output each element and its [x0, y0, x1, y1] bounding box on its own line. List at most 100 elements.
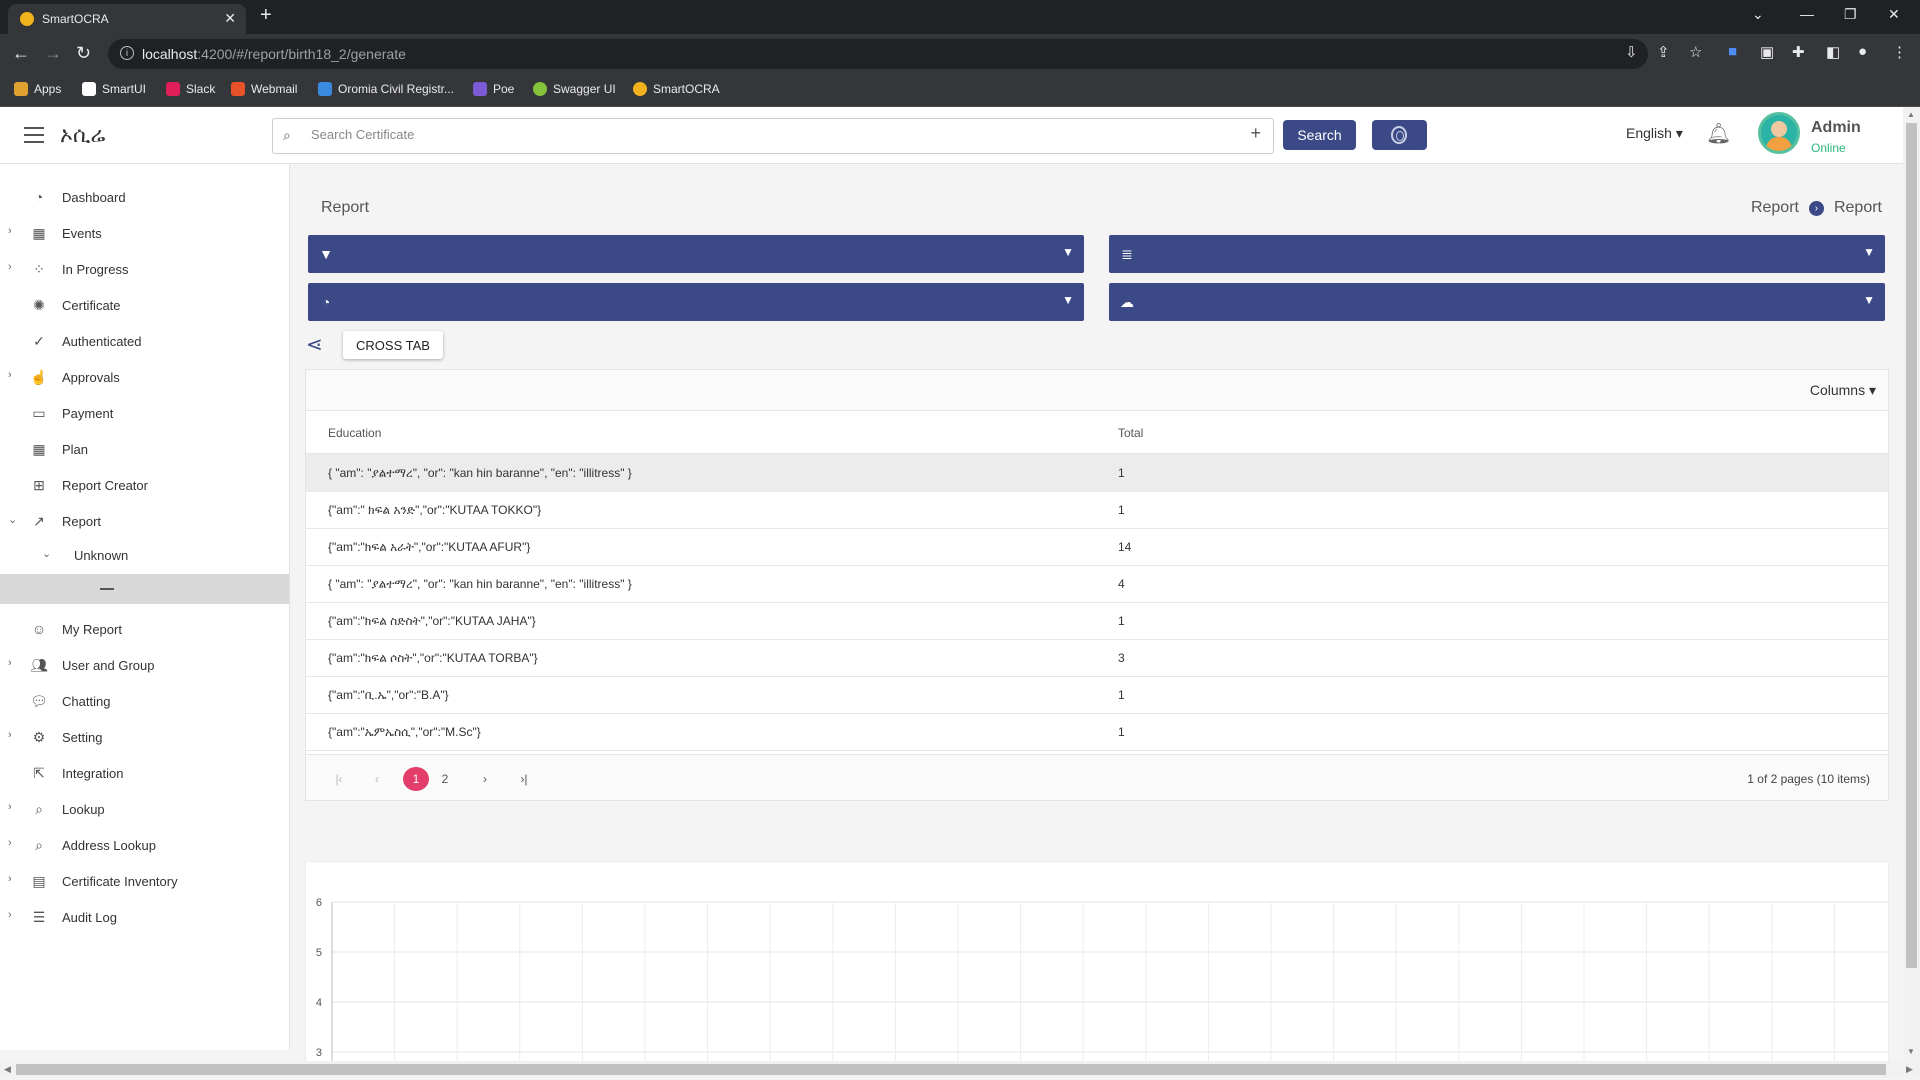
data-source-panel[interactable]: ≣ ▼	[1109, 235, 1885, 273]
bookmark-webmail[interactable]: Webmail	[231, 82, 297, 96]
cross-tab-button[interactable]: CROSS TAB	[343, 331, 443, 359]
certificate-search: ⌕ +	[272, 118, 1274, 154]
sidebar-item-certificate[interactable]: ✺ Certificate	[0, 290, 289, 320]
bookmark-oromia[interactable]: Oromia Civil Registr...	[318, 82, 454, 96]
table-row[interactable]: {"am":"ቢ.ኤ","or":"B.A"} 1	[306, 676, 1888, 714]
table-row[interactable]: {"am":"ክፍል አራት","or":"KUTAA AFUR"} 14	[306, 528, 1888, 566]
share-icon[interactable]: ⋖	[306, 332, 323, 357]
columns-button[interactable]: Columns ▾	[1810, 382, 1876, 399]
fingerprint-button[interactable]	[1372, 120, 1427, 150]
sidebar-item-my-report[interactable]: ☺ My Report	[0, 614, 289, 644]
browser-tab-title: SmartOCRA	[42, 12, 109, 26]
hamburger-menu-icon[interactable]	[24, 127, 44, 143]
language-selector[interactable]: English ▾	[1626, 125, 1683, 142]
gear-icon: ⚙	[32, 729, 46, 745]
bookmark-star-icon[interactable]: ☆	[1689, 43, 1702, 61]
minimize-icon[interactable]: —	[1800, 6, 1814, 22]
sidebar-item-integration[interactable]: ⇱ Integration	[0, 758, 289, 788]
sidebar-item-in-progress[interactable]: › ⁘ In Progress	[0, 254, 289, 284]
search-input[interactable]	[309, 126, 1213, 143]
browser-menu-icon[interactable]: ⋮	[1892, 43, 1907, 61]
scroll-down-icon[interactable]: ▼	[1907, 1047, 1915, 1056]
site-info-icon[interactable]: i	[120, 46, 134, 60]
address-bar[interactable]: i localhost:4200/#/report/birth18_2/gene…	[108, 39, 1648, 69]
next-page-icon[interactable]: ›	[472, 767, 498, 791]
page-number[interactable]: 2	[432, 767, 458, 791]
scroll-right-icon[interactable]: ▶	[1906, 1064, 1913, 1075]
search-button[interactable]: Search	[1283, 120, 1356, 150]
scroll-thumb[interactable]	[16, 1064, 1886, 1075]
table-row[interactable]: {"am":" ክፍል አንድ","or":"KUTAA TOKKO"} 1	[306, 491, 1888, 529]
install-icon[interactable]: ⇩	[1625, 43, 1638, 61]
prev-page-icon[interactable]: ‹	[364, 767, 390, 791]
restore-icon[interactable]: ❐	[1844, 6, 1857, 23]
breadcrumb-item: Report	[1833, 199, 1882, 216]
bookmark-poe[interactable]: Poe	[473, 82, 514, 96]
horizontal-scrollbar[interactable]: ◀ ▶	[0, 1061, 1920, 1078]
puzzle-icon[interactable]: ✚	[1792, 43, 1805, 61]
sidebar-item-chatting[interactable]: 💬︎ Chatting	[0, 686, 289, 716]
tab-search-icon[interactable]: ⌄	[1752, 6, 1764, 23]
bookmark-apps[interactable]: Apps	[14, 82, 61, 96]
filter-panel[interactable]: ▼ ▼	[308, 235, 1084, 273]
sidebar-item-approvals[interactable]: › ☝ Approvals	[0, 362, 289, 392]
side-panel-icon[interactable]: ◧	[1826, 43, 1840, 61]
sidebar-item-setting[interactable]: › ⚙ Setting	[0, 722, 289, 752]
breadcrumb-item[interactable]: Report	[1751, 199, 1799, 217]
app-header: ኦሲሬ ⌕ + Search English ▾ 🔔︎ Admin Online	[0, 107, 1920, 164]
export-panel[interactable]: ☁ ▼	[1109, 283, 1885, 321]
close-tab-icon[interactable]: ✕	[224, 10, 236, 27]
forward-icon[interactable]: →	[44, 43, 62, 64]
sidebar-item-events[interactable]: › ▦ Events	[0, 218, 289, 248]
column-header-total[interactable]: Total	[1118, 426, 1143, 440]
avatar[interactable]	[1758, 112, 1800, 154]
table-row[interactable]: {"am":"ክፍል ሶስት","or":"KUTAA TORBA"} 3	[306, 639, 1888, 677]
smartocra-favicon-icon	[20, 12, 34, 26]
sidebar-item-authenticated[interactable]: ✓ Authenticated	[0, 326, 289, 356]
extension-fi-icon[interactable]: ■	[1728, 43, 1737, 60]
sidebar-item-payment[interactable]: ▭ Payment	[0, 398, 289, 428]
extension-icon[interactable]: ▣	[1760, 43, 1774, 61]
address-url: localhost:4200/#/report/birth18_2/genera…	[142, 46, 406, 62]
scroll-left-icon[interactable]: ◀	[4, 1064, 11, 1075]
new-tab-icon[interactable]: +	[260, 4, 272, 27]
line-chart-icon: ↗	[33, 513, 45, 529]
sidebar-item-lookup[interactable]: › ⌕ Lookup	[0, 794, 289, 824]
share-page-icon[interactable]: ⇪	[1657, 43, 1670, 61]
sidebar-active-item[interactable]	[0, 574, 289, 604]
bookmark-swagger[interactable]: Swagger UI	[533, 82, 616, 96]
table-row[interactable]: { "am": "ያልተማረ", "or": "kan hin baranne"…	[306, 565, 1888, 603]
bookmark-smartui[interactable]: SmartUI	[82, 82, 146, 96]
table-row[interactable]: {"am":"ኤምኤስሲ","or":"M.Sc"} 1	[306, 713, 1888, 751]
chat-icon: 💬︎	[30, 693, 48, 709]
sidebar-item-audit-log[interactable]: › ☰ Audit Log	[0, 902, 289, 932]
sidebar-item-address-lookup[interactable]: › ⌕ Address Lookup	[0, 830, 289, 860]
scroll-up-icon[interactable]: ▲	[1907, 110, 1915, 119]
column-header-education[interactable]: Education	[328, 426, 381, 440]
chevron-down-icon: ▼	[1062, 245, 1074, 259]
table-row[interactable]: { "am": "ያልተማረ", "or": "kan hin baranne"…	[306, 454, 1888, 492]
last-page-icon[interactable]: ›|	[511, 767, 537, 791]
browser-tab[interactable]: SmartOCRA ✕	[8, 4, 246, 34]
vertical-scrollbar[interactable]: ▲ ▼	[1903, 107, 1920, 1061]
back-icon[interactable]: ←	[12, 43, 30, 64]
sidebar-subitem-unknown[interactable]: ⌄ Unknown	[0, 541, 289, 569]
sidebar-item-plan[interactable]: ▦ Plan	[0, 434, 289, 464]
sidebar-item-certificate-inventory[interactable]: › ▤ Certificate Inventory	[0, 866, 289, 896]
sidebar-item-report-creator[interactable]: ⊞ Report Creator	[0, 470, 289, 500]
profile-icon[interactable]: ●	[1858, 43, 1867, 60]
sidebar-item-user-and-group[interactable]: › 👥︎ User and Group	[0, 650, 289, 680]
first-page-icon[interactable]: |‹	[326, 767, 352, 791]
sidebar-item-dashboard[interactable]: ◔ Dashboard	[0, 182, 289, 212]
scroll-thumb[interactable]	[1906, 123, 1917, 968]
table-row[interactable]: {"am":"ክፍል ስድስት","or":"KUTAA JAHA"} 1	[306, 602, 1888, 640]
sidebar-item-report[interactable]: ⌄ ↗ Report	[0, 506, 289, 536]
close-window-icon[interactable]: ✕	[1888, 6, 1900, 23]
chart-type-panel[interactable]: ◔ ▼	[308, 283, 1084, 321]
page-number-current[interactable]: 1	[403, 767, 429, 791]
bookmark-slack[interactable]: Slack	[166, 82, 215, 96]
add-filter-icon[interactable]: +	[1250, 123, 1261, 144]
notification-bell-icon[interactable]: 🔔︎	[1706, 121, 1731, 146]
reload-icon[interactable]: ↻	[76, 43, 91, 64]
bookmark-smartocra[interactable]: SmartOCRA	[633, 82, 720, 96]
